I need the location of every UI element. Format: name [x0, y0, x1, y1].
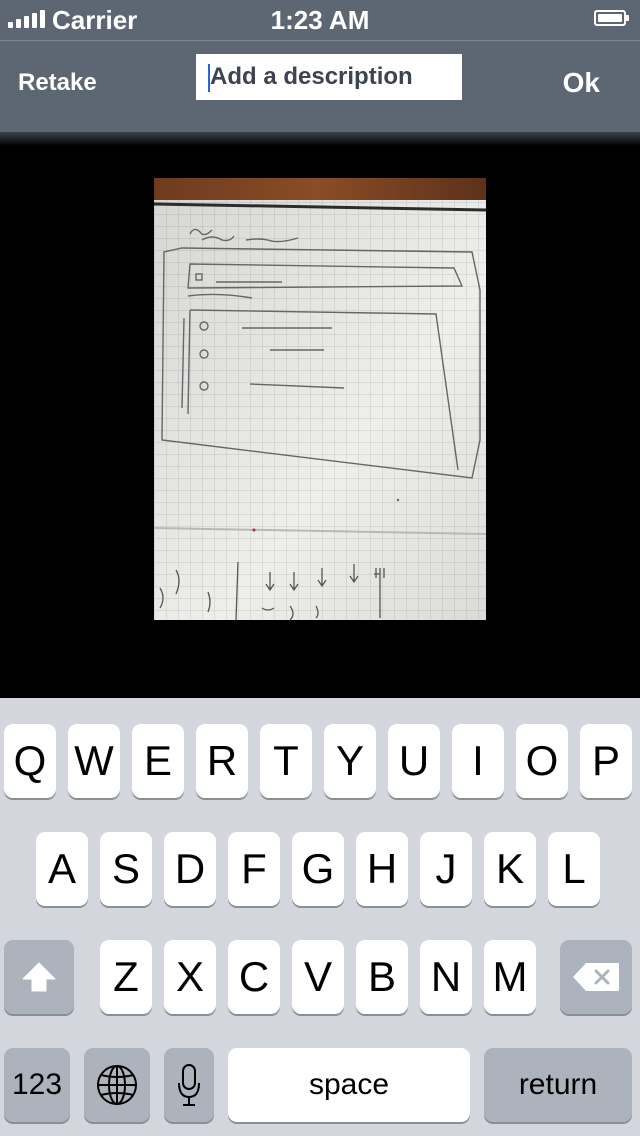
key-k[interactable]: K [484, 832, 536, 906]
key-h[interactable]: H [356, 832, 408, 906]
ok-button[interactable]: Ok [563, 67, 600, 99]
key-u[interactable]: U [388, 724, 440, 798]
captured-photo [154, 178, 486, 620]
space-key[interactable]: space [228, 1048, 470, 1122]
text-cursor [208, 64, 210, 92]
delete-key[interactable] [560, 940, 632, 1014]
key-x[interactable]: X [164, 940, 216, 1014]
key-q[interactable]: Q [4, 724, 56, 798]
key-v[interactable]: V [292, 940, 344, 1014]
key-z[interactable]: Z [100, 940, 152, 1014]
retake-button[interactable]: Retake [18, 69, 97, 97]
key-e[interactable]: E [132, 724, 184, 798]
key-y[interactable]: Y [324, 724, 376, 798]
key-r[interactable]: R [196, 724, 248, 798]
key-j[interactable]: J [420, 832, 472, 906]
status-bar: Carrier 1:23 AM [0, 0, 640, 40]
navigation-bar: Retake Ok [0, 40, 640, 132]
nav-bar-shadow [0, 132, 640, 146]
key-c[interactable]: C [228, 940, 280, 1014]
photo-description-screen: Carrier 1:23 AM Retake Ok [0, 0, 640, 1136]
shift-key[interactable] [4, 940, 74, 1014]
globe-key[interactable] [84, 1048, 150, 1122]
key-f[interactable]: F [228, 832, 280, 906]
key-s[interactable]: S [100, 832, 152, 906]
shift-icon [22, 962, 56, 992]
key-a[interactable]: A [36, 832, 88, 906]
key-t[interactable]: T [260, 724, 312, 798]
delete-icon [573, 963, 619, 991]
microphone-key[interactable] [164, 1048, 214, 1122]
key-n[interactable]: N [420, 940, 472, 1014]
status-time: 1:23 AM [270, 5, 370, 35]
description-input[interactable] [196, 54, 462, 100]
key-w[interactable]: W [68, 724, 120, 798]
battery-icon [594, 10, 629, 26]
key-b[interactable]: B [356, 940, 408, 1014]
key-p[interactable]: P [580, 724, 632, 798]
return-key[interactable]: return [484, 1048, 632, 1122]
key-l[interactable]: L [548, 832, 600, 906]
microphone-icon [178, 1064, 200, 1106]
globe-icon [97, 1065, 137, 1105]
key-o[interactable]: O [516, 724, 568, 798]
key-i[interactable]: I [452, 724, 504, 798]
key-g[interactable]: G [292, 832, 344, 906]
numbers-key[interactable]: 123 [4, 1048, 70, 1122]
key-d[interactable]: D [164, 832, 216, 906]
keyboard: Q W E R T Y U I O P A S D F G H J K L Z … [0, 698, 640, 1136]
key-m[interactable]: M [484, 940, 536, 1014]
